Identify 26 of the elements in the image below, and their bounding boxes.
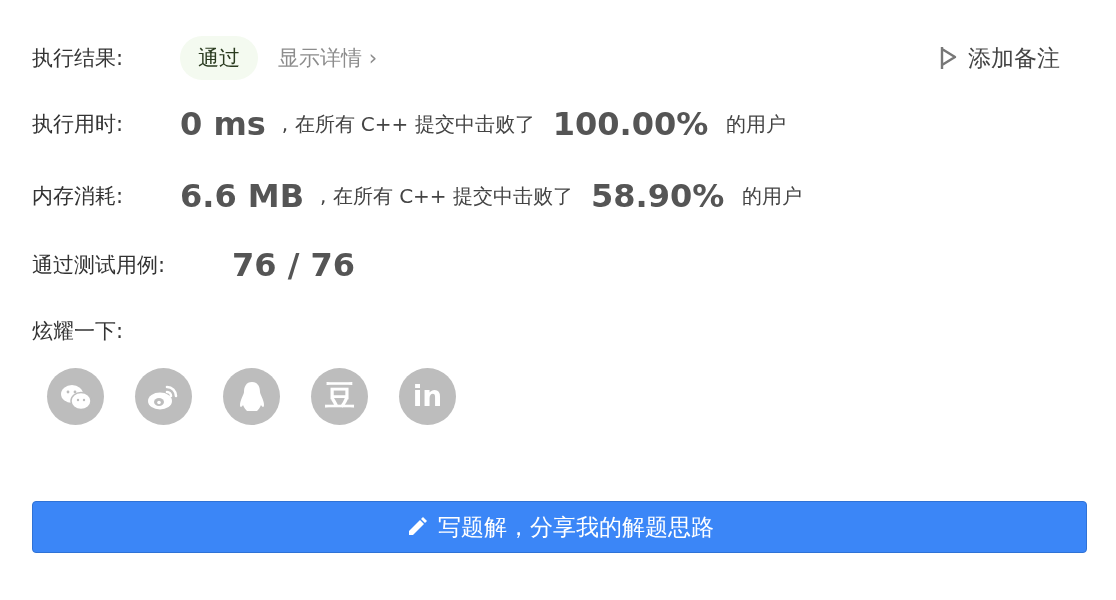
wechat-share-button[interactable] [47, 368, 104, 425]
test-count: 76 / 76 [232, 246, 356, 284]
stat-percent: 58.90% [591, 177, 725, 215]
field-label: 执行用时: [32, 111, 125, 138]
qq-share-button[interactable] [223, 368, 280, 425]
stat-value: 0 ms [180, 105, 266, 143]
share-button[interactable]: in [399, 368, 456, 425]
stat-text: 的用户 [742, 182, 803, 210]
stat-percent: 100.00% [552, 105, 709, 143]
chat-bubbles-icon [59, 382, 92, 411]
weibo-share-button[interactable] [135, 368, 192, 425]
stat-text: , 在所有 C++ 提交中击败了 [281, 110, 535, 138]
penguin-icon [238, 380, 265, 413]
flag-icon [940, 46, 958, 70]
share-label: 炫耀一下: [32, 318, 125, 345]
show-details-link[interactable]: 显示详情 › [278, 44, 378, 72]
share-button[interactable]: 豆 [311, 368, 368, 425]
field-label: 通过测试用例: [32, 252, 167, 279]
status-badge: 通过 [180, 36, 258, 80]
stat-text: , 在所有 C++ 提交中击败了 [320, 182, 573, 210]
add-note-button[interactable]: 添加备注 [940, 42, 1060, 74]
field-label: 执行结果: [32, 45, 125, 72]
stat-value: 6.6 MB [180, 177, 305, 215]
field-label: 内存消耗: [32, 183, 125, 210]
write-solution-button[interactable]: 写题解，分享我的解题思路 [32, 501, 1087, 553]
stat-text: 的用户 [726, 110, 787, 138]
